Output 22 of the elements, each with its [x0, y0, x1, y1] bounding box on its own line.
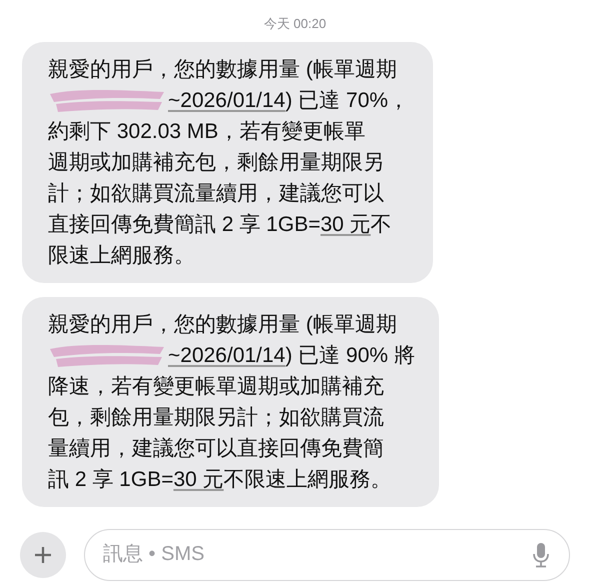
- message-line: 限速上網服務。: [48, 242, 195, 268]
- message-field[interactable]: 訊息 • SMS: [84, 528, 570, 580]
- message-link[interactable]: ~2026/01/14: [168, 88, 286, 112]
- message-line: 訊 2 享 1GB=30 元不限速上網服務。: [48, 466, 392, 492]
- add-button[interactable]: [20, 532, 66, 578]
- message-line: 降速，若有變更帳單週期或加購補充: [48, 374, 384, 400]
- message-link[interactable]: 30 元: [320, 212, 371, 236]
- timestamp: 今天 00:20: [264, 15, 326, 33]
- message-link[interactable]: ~2026/01/14: [168, 344, 286, 366]
- message-line: 親愛的用戶，您的數據用量 (帳單週期: [48, 312, 397, 338]
- message-line: ~2026/01/14) 已達 90% 將: [168, 342, 415, 368]
- message-line: 親愛的用戶，您的數據用量 (帳單週期: [48, 56, 397, 82]
- message-line: 週期或加購補充包，剩餘用量期限另: [48, 150, 384, 176]
- message-line: 計；如欲購買流量續用，建議您可以: [48, 180, 384, 206]
- message-line: 約剩下 302.03 MB，若有變更帳單: [48, 118, 366, 144]
- message-link[interactable]: 30 元: [173, 468, 224, 490]
- plus-icon: [34, 546, 52, 564]
- message-line: 直接回傳免費簡訊 2 享 1GB=30 元不: [48, 212, 392, 238]
- message-line: 量續用，建議您可以直接回傳免費簡: [48, 436, 384, 462]
- message-line: ~2026/01/14) 已達 70%，: [168, 88, 410, 114]
- microphone-icon[interactable]: [532, 542, 550, 568]
- message-line: 包，剩餘用量期限另計；如欲購買流: [48, 404, 384, 430]
